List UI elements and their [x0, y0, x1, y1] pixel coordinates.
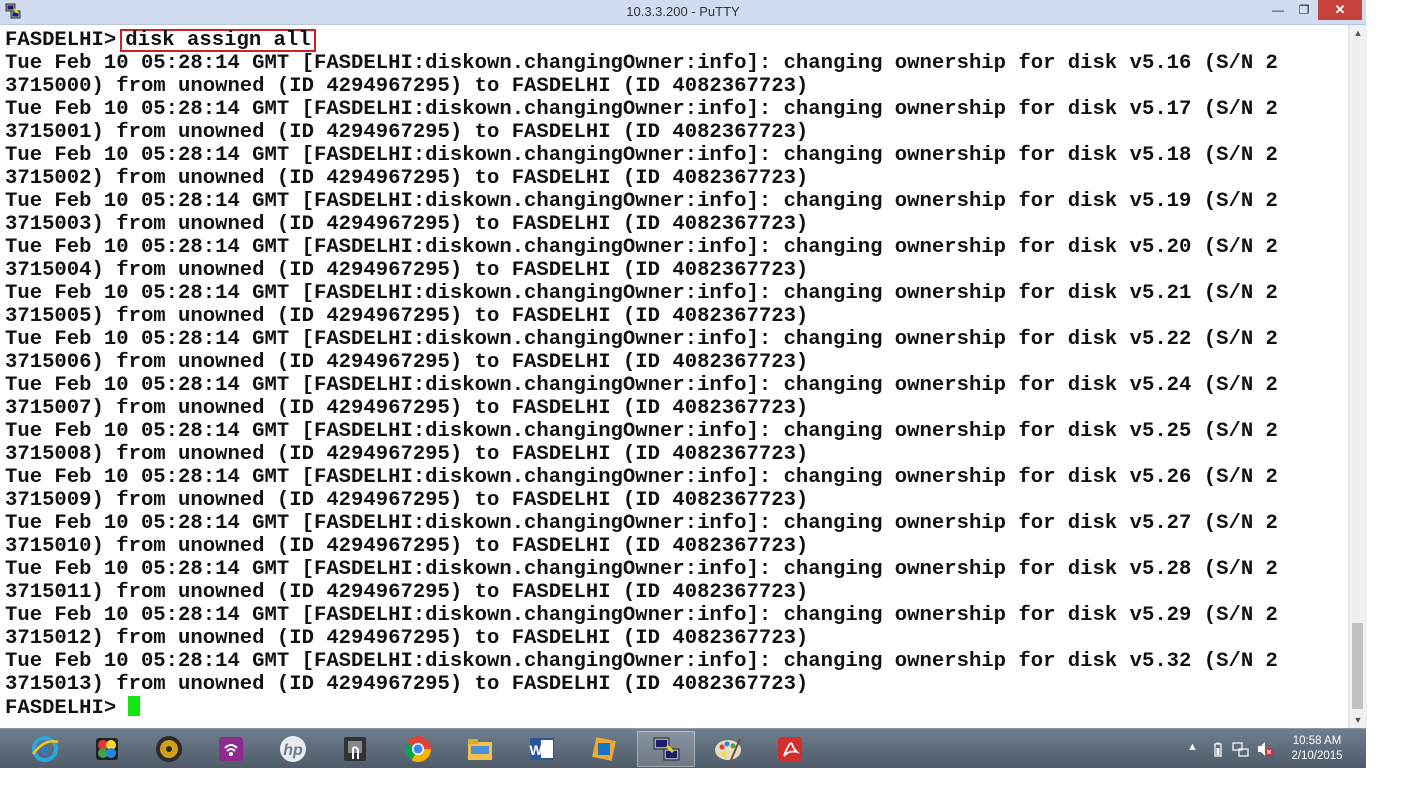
terminal-log-line: Tue Feb 10 05:28:14 GMT [FASDELHI:diskow… — [5, 604, 1278, 627]
word-icon: W — [529, 738, 554, 760]
taskbar: e hp W ▲ 10:58 AM 2/10/2015 — [0, 728, 1366, 769]
touch-app-icon — [344, 737, 366, 761]
terminal-log-line: Tue Feb 10 05:28:14 GMT [FASDELHI:diskow… — [5, 650, 1278, 673]
svg-text:hp: hp — [283, 742, 303, 759]
terminal-cursor — [128, 696, 141, 716]
highlighted-command: disk assign all — [120, 29, 316, 52]
terminal-log-line: 3715000) from unowned (ID 4294967295) to… — [5, 75, 809, 98]
vertical-scrollbar[interactable]: ▲ ▼ — [1348, 25, 1367, 728]
terminal-log-line: 3715008) from unowned (ID 4294967295) to… — [5, 443, 809, 466]
chrome-icon — [404, 736, 432, 763]
taskbar-button-hp[interactable]: hp — [264, 731, 322, 767]
volume-muted-icon[interactable] — [1256, 741, 1274, 757]
terminal-log-line: 3715003) from unowned (ID 4294967295) to… — [5, 213, 809, 236]
photo-app-icon — [96, 738, 118, 760]
taskbar-button-media-player[interactable] — [140, 731, 198, 767]
wireless-app-icon — [219, 737, 243, 761]
terminal-log-line: 3715012) from unowned (ID 4294967295) to… — [5, 627, 809, 650]
scroll-down-arrow-icon[interactable]: ▼ — [1349, 712, 1367, 728]
taskbar-button-paint[interactable] — [699, 731, 757, 767]
paint-icon — [715, 738, 741, 761]
terminal-area[interactable]: FASDELHI> disk assign all Tue Feb 10 05:2… — [0, 25, 1348, 728]
virtualbox-icon — [592, 737, 616, 761]
taskbar-button-chrome[interactable] — [389, 731, 447, 767]
terminal-log-line: 3715006) from unowned (ID 4294967295) to… — [5, 351, 809, 374]
terminal-log-line: Tue Feb 10 05:28:14 GMT [FASDELHI:diskow… — [5, 236, 1278, 259]
file-explorer-icon — [468, 739, 492, 760]
terminal-log-line: 3715011) from unowned (ID 4294967295) to… — [5, 581, 809, 604]
final-prompt-line: FASDELHI> — [5, 696, 141, 720]
clock-time: 10:58 AM — [1292, 735, 1342, 747]
terminal-log-line: Tue Feb 10 05:28:14 GMT [FASDELHI:diskow… — [5, 144, 1278, 167]
taskbar-button-internet-explorer[interactable]: e — [16, 731, 74, 767]
page-bottom-blank — [0, 768, 1406, 804]
window-title: 10.3.3.200 - PuTTY — [626, 4, 740, 19]
terminal-log-line: Tue Feb 10 05:28:14 GMT [FASDELHI:diskow… — [5, 374, 1278, 397]
battery-icon[interactable] — [1213, 742, 1223, 758]
terminal-log-line: 3715007) from unowned (ID 4294967295) to… — [5, 397, 809, 420]
show-hidden-icons-icon[interactable]: ▲ — [1187, 741, 1198, 753]
taskbar-button-putty[interactable] — [637, 731, 695, 767]
title-bar[interactable]: 10.3.3.200 - PuTTY — ❐ ✕ — [0, 0, 1366, 25]
terminal-log-line: Tue Feb 10 05:28:14 GMT [FASDELHI:diskow… — [5, 52, 1278, 75]
terminal-log-line: Tue Feb 10 05:28:14 GMT [FASDELHI:diskow… — [5, 558, 1278, 581]
terminal-log-line: 3715013) from unowned (ID 4294967295) to… — [5, 673, 809, 696]
terminal-log-line: 3715004) from unowned (ID 4294967295) to… — [5, 259, 809, 282]
close-button[interactable]: ✕ — [1318, 0, 1362, 20]
putty-icon — [653, 737, 680, 761]
svg-text:W: W — [529, 742, 543, 758]
terminal-log-line: Tue Feb 10 05:28:14 GMT [FASDELHI:diskow… — [5, 282, 1278, 305]
taskbar-button-photo-app[interactable] — [78, 731, 136, 767]
minimize-button[interactable]: — — [1266, 0, 1290, 20]
terminal-log-line: Tue Feb 10 05:28:14 GMT [FASDELHI:diskow… — [5, 466, 1278, 489]
terminal-log-line: Tue Feb 10 05:28:14 GMT [FASDELHI:diskow… — [5, 98, 1278, 121]
taskbar-button-acrobat[interactable] — [761, 731, 819, 767]
terminal-log-line: 3715009) from unowned (ID 4294967295) to… — [5, 489, 809, 512]
terminal-log-line: Tue Feb 10 05:28:14 GMT [FASDELHI:diskow… — [5, 190, 1278, 213]
taskbar-button-word[interactable]: W — [513, 731, 571, 767]
terminal-log-line: Tue Feb 10 05:28:14 GMT [FASDELHI:diskow… — [5, 328, 1278, 351]
media-player-icon — [156, 736, 182, 762]
final-prompt-text: FASDELHI> — [5, 697, 117, 720]
hp-icon: hp — [280, 736, 306, 762]
system-clock[interactable]: 10:58 AM 2/10/2015 — [1282, 734, 1352, 764]
command-line: FASDELHI> disk assign all — [5, 29, 316, 52]
putty-window: 10.3.3.200 - PuTTY — ❐ ✕ FASDELHI> disk a… — [0, 0, 1367, 728]
terminal-log-line: 3715002) from unowned (ID 4294967295) to… — [5, 167, 809, 190]
terminal-log-line: Tue Feb 10 05:28:14 GMT [FASDELHI:diskow… — [5, 420, 1278, 443]
terminal-log-line: 3715001) from unowned (ID 4294967295) to… — [5, 121, 809, 144]
scrollbar-thumb[interactable] — [1352, 623, 1363, 709]
scroll-up-arrow-icon[interactable]: ▲ — [1349, 25, 1367, 41]
taskbar-button-wireless-app[interactable] — [202, 731, 260, 767]
network-icon[interactable] — [1232, 742, 1250, 758]
terminal-log-line: 3715005) from unowned (ID 4294967295) to… — [5, 305, 809, 328]
taskbar-button-touch-app[interactable] — [326, 731, 384, 767]
maximize-button[interactable]: ❐ — [1292, 0, 1316, 20]
acrobat-icon — [778, 737, 802, 761]
taskbar-button-file-explorer[interactable] — [451, 731, 509, 767]
clock-date: 2/10/2015 — [1291, 750, 1343, 762]
terminal-log-line: Tue Feb 10 05:28:14 GMT [FASDELHI:diskow… — [5, 512, 1278, 535]
terminal-log-line: 3715010) from unowned (ID 4294967295) to… — [5, 535, 809, 558]
internet-explorer-icon: e — [32, 736, 59, 762]
taskbar-button-virtualbox[interactable] — [575, 731, 633, 767]
prompt-text: FASDELHI> — [5, 29, 117, 52]
